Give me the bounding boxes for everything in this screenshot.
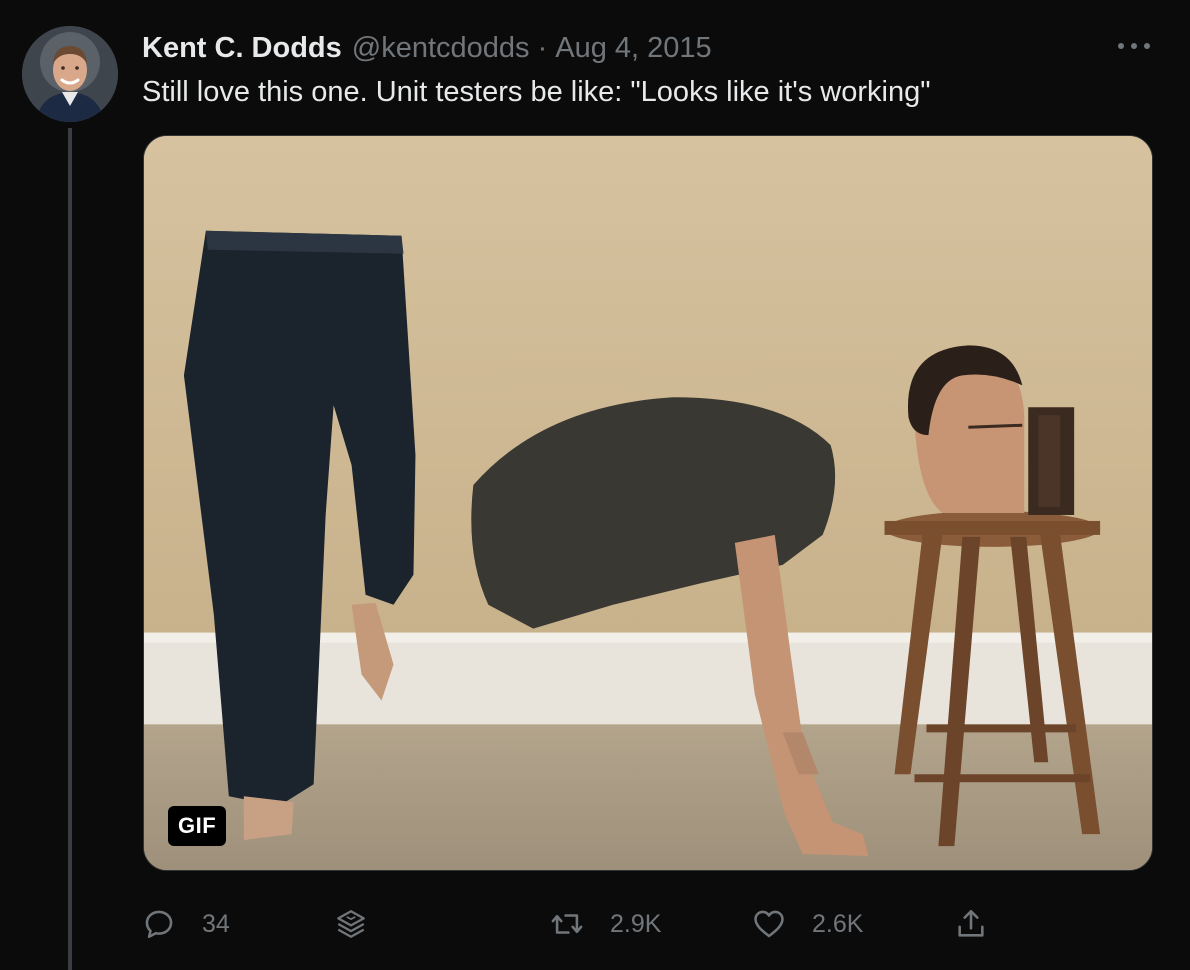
- more-dot: [1144, 43, 1150, 49]
- more-dot: [1131, 43, 1137, 49]
- author-handle[interactable]: @kentcdodds: [352, 30, 530, 66]
- retweet-icon: [551, 914, 583, 934]
- tweet-text: Still love this one. Unit testers be lik…: [142, 76, 931, 108]
- tweet-media-gif[interactable]: GIF: [143, 135, 1153, 871]
- thread-line: [68, 128, 72, 970]
- reply-button[interactable]: 34: [142, 902, 230, 946]
- retweet-button[interactable]: 2.9K: [550, 902, 661, 946]
- header-separator: ·: [537, 32, 548, 64]
- more-dot: [1118, 43, 1124, 49]
- share-icon: [958, 909, 984, 937]
- tweet-actions: 34 2.9K 2.6K: [0, 902, 1190, 946]
- gif-badge: GIF: [168, 806, 227, 846]
- author-name[interactable]: Kent C. Dodds: [142, 30, 342, 66]
- heart-icon: [754, 910, 784, 938]
- reply-icon: [145, 910, 173, 939]
- more-icon[interactable]: [1114, 32, 1154, 60]
- tweet-card[interactable]: Kent C. Dodds @kentcdodds · Aug 4, 2015 …: [0, 0, 1190, 970]
- tweet-header: Kent C. Dodds @kentcdodds · Aug 4, 2015: [142, 30, 712, 66]
- tweet-date[interactable]: Aug 4, 2015: [555, 30, 711, 66]
- like-count: 2.6K: [812, 909, 864, 938]
- reply-count: 34: [202, 909, 230, 938]
- avatar[interactable]: [22, 26, 118, 122]
- share-button[interactable]: [954, 902, 988, 946]
- thread-button[interactable]: [334, 902, 368, 946]
- gif-image: [144, 136, 1152, 870]
- stack-icon: [337, 910, 365, 938]
- like-button[interactable]: 2.6K: [752, 902, 863, 946]
- retweet-count: 2.9K: [610, 909, 662, 938]
